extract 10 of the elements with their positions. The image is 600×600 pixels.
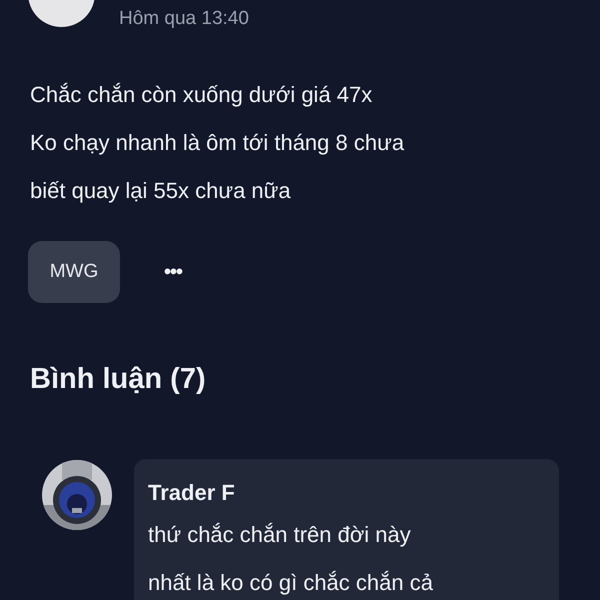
comments-heading: Bình luận (7) [30,362,207,397]
more-button[interactable]: ••• [164,260,182,284]
post-text: Ko chạy nhanh là ôm tới tháng 8 chưa [30,129,406,157]
comment-text: nhất là ko có gì chắc chắn cả [148,569,434,597]
post-text: Chắc chắn còn xuống dưới giá 47x [30,81,374,109]
timestamp: Hôm qua 13:40 [119,7,249,31]
comment-author: Trader F [148,479,236,507]
comment-text: thứ chắc chắn trên đời này [148,521,412,549]
stock-tag[interactable]: MWG [28,241,120,303]
post-text: biết quay lại 55x chưa nữa [30,177,292,205]
